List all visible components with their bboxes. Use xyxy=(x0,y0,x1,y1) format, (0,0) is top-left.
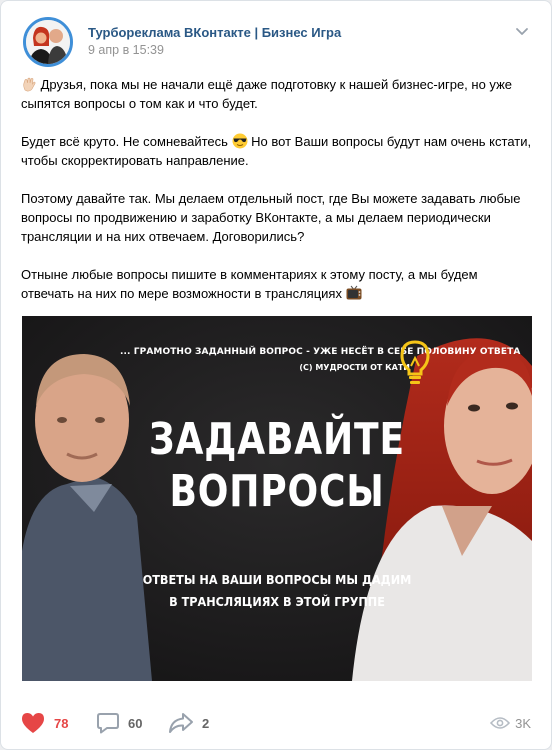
post-actions: 78 60 2 3K xyxy=(21,707,531,739)
post-text: Друзья, пока мы не начали ещё даже подго… xyxy=(21,75,533,303)
share-button[interactable]: 2 xyxy=(168,707,209,739)
community-avatar[interactable] xyxy=(23,17,73,67)
post-card: Турбореклама ВКонтакте | Бизнес Игра 9 а… xyxy=(0,0,552,750)
image-quote: ... ГРАМОТНО ЗАДАННЫЙ ВОПРОС - УЖЕ НЕСЁТ… xyxy=(120,347,521,357)
paragraph-text: Поэтому давайте так. Мы делаем отдельный… xyxy=(21,191,521,244)
post-header: Турбореклама ВКонтакте | Бизнес Игра 9 а… xyxy=(21,17,531,67)
community-name-link[interactable]: Турбореклама ВКонтакте | Бизнес Игра xyxy=(88,25,341,40)
television-icon xyxy=(346,285,362,300)
image-subline: ОТВЕТЫ НА ВАШИ ВОПРОСЫ МЫ ДАДИМ В ТРАНСЛ… xyxy=(142,572,412,609)
chevron-down-icon[interactable] xyxy=(515,27,529,37)
post-date[interactable]: 9 апр в 15:39 xyxy=(88,43,164,57)
like-button[interactable]: 78 xyxy=(21,707,68,739)
post-paragraph: Друзья, пока мы не начали ещё даже подго… xyxy=(21,75,533,113)
post-image[interactable]: ... ГРАМОТНО ЗАДАННЫЙ ВОПРОС - УЖЕ НЕСЁТ… xyxy=(22,316,532,681)
shares-count: 2 xyxy=(202,715,210,731)
paragraph-text: Друзья, пока мы не начали ещё даже подго… xyxy=(21,77,513,111)
heart-icon xyxy=(22,713,44,733)
comment-button[interactable]: 60 xyxy=(96,707,142,739)
post-paragraph: Поэтому давайте так. Мы делаем отдельный… xyxy=(21,189,533,246)
headline-line-2: ВОПРОСЫ xyxy=(169,466,385,517)
lightbulb-icon xyxy=(400,340,430,384)
comment-icon xyxy=(97,713,119,734)
post-paragraph: Отныне любые вопросы пишите в комментари… xyxy=(21,265,533,303)
share-icon xyxy=(169,713,193,733)
post-paragraph: Будет всё круто. Не сомневайтесь Но вот … xyxy=(21,132,533,170)
views-counter: 3K xyxy=(490,707,531,739)
eye-icon xyxy=(490,717,511,729)
image-headline: ЗАДАВАЙТЕ ВОПРОСЫ xyxy=(142,414,413,518)
paragraph-text: Будет всё круто. Не сомневайтесь xyxy=(21,134,228,149)
waving-hand-icon xyxy=(23,77,36,92)
comments-count: 60 xyxy=(128,715,143,731)
image-quote-signature: (С) МУДРОСТИ ОТ КАТИ xyxy=(299,363,410,372)
sunglasses-face-icon xyxy=(232,133,248,149)
likes-count: 78 xyxy=(54,715,69,731)
headline-line-1: ЗАДАВАЙТЕ xyxy=(149,414,405,465)
views-count: 3K xyxy=(515,715,531,731)
paragraph-text: Отныне любые вопросы пишите в комментари… xyxy=(21,267,478,301)
